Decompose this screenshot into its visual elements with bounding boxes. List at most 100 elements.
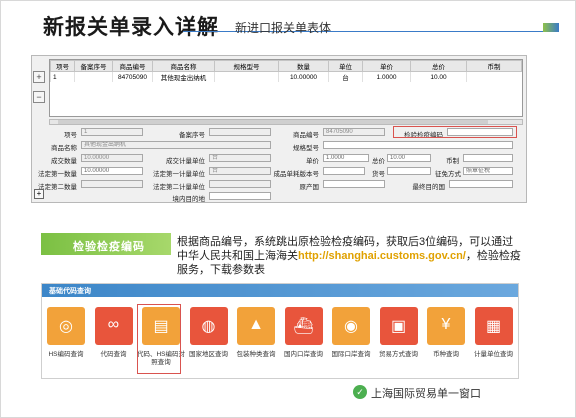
version-label: 成品单耗版本号 <box>273 171 320 178</box>
world-port-icon: ◉ <box>344 318 358 335</box>
table-cell: 台 <box>328 71 363 82</box>
legal-qty1-label: 法定第一数量 <box>38 171 77 178</box>
dest-country-label: 最终目的国 <box>412 184 446 191</box>
record-no-field[interactable] <box>209 128 271 136</box>
globe-icon: ◍ <box>201 318 216 335</box>
deal-qty-field[interactable]: 10.00000 <box>81 154 143 162</box>
add-row-button[interactable]: + <box>33 71 45 83</box>
currency-field[interactable] <box>463 154 513 162</box>
ciq-code-highlight <box>393 126 517 138</box>
table-cell: 1 <box>50 71 75 82</box>
domestic-dest-field[interactable] <box>209 192 271 200</box>
wechat-icon: ✓ <box>353 385 367 399</box>
item-code-label: 货号 <box>372 171 385 178</box>
query-tile-label[interactable]: 包装种类查询 <box>231 351 281 359</box>
currency-label: 币制 <box>446 158 459 165</box>
domestic-dest-label: 境内目的地 <box>172 196 206 203</box>
deal-unit-field[interactable]: 台 <box>209 154 271 162</box>
add-item-button[interactable]: + <box>34 189 44 199</box>
table-cell <box>466 71 522 82</box>
query-tile-label[interactable]: 计量单位查询 <box>469 351 519 359</box>
col-header[interactable]: 单位 <box>328 60 363 72</box>
version-field[interactable] <box>323 167 365 175</box>
table-row[interactable]: 1 84705090 其他现金出纳机 10.00000 台 1.0000 10.… <box>50 71 522 82</box>
dest-country-field[interactable] <box>449 180 513 188</box>
record-no-label: 备案序号 <box>179 132 205 139</box>
legal-unit2-label: 法定第二计量单位 <box>153 184 205 191</box>
page-subtitle: 新进口报关单表体 <box>235 21 332 35</box>
measure-icon: ▦ <box>485 318 502 335</box>
spec-field[interactable] <box>323 141 513 149</box>
goods-code-field[interactable]: 84705090 <box>323 128 385 136</box>
query-panel-title: 基础代码查询 <box>49 288 91 295</box>
query-tile-label[interactable]: 国际口岸查询 <box>326 351 376 359</box>
legal-qty2-field[interactable] <box>81 180 143 188</box>
query-tile-label[interactable]: 国家地区查询 <box>184 351 234 359</box>
origin-label: 原产国 <box>299 184 320 191</box>
remove-row-button[interactable]: − <box>33 91 45 103</box>
footer-brand: 上海国际贸易单一窗口 <box>371 388 481 400</box>
col-header[interactable]: 总价 <box>410 60 467 72</box>
unit-price-label: 单价 <box>306 158 319 165</box>
page-title: 新报关单录入详解 <box>43 16 219 39</box>
col-header[interactable]: 币制 <box>466 60 522 72</box>
title-accent <box>543 23 559 32</box>
goods-table: 项号 备案序号 商品编号 商品名称 规格型号 数量 单位 单价 总价 币制 1 … <box>49 59 523 117</box>
col-header[interactable]: 商品编号 <box>112 60 153 72</box>
query-tile-button[interactable]: ▦ <box>474 307 513 345</box>
goods-code-label: 商品编号 <box>293 132 319 139</box>
query-tile-button[interactable]: ◉ <box>332 307 370 345</box>
link-icon: ∞ <box>107 316 120 333</box>
section-banner-label: 检验检疫编码 <box>73 241 145 253</box>
item-no-label: 项号 <box>64 132 77 139</box>
query-tile-button[interactable]: ◍ <box>189 307 228 345</box>
col-header[interactable]: 项号 <box>50 60 75 72</box>
unit-price-field[interactable]: 1.0000 <box>323 154 369 162</box>
col-header[interactable]: 备案序号 <box>74 60 113 72</box>
origin-field[interactable] <box>323 180 385 188</box>
query-tile-button[interactable]: ⛴ <box>284 307 323 345</box>
table-scrollbar[interactable] <box>49 119 523 125</box>
customs-link[interactable]: http://shanghai.customs.gov.cn/ <box>298 250 466 262</box>
query-tile-button[interactable]: ▲ <box>237 307 275 345</box>
query-tile-button[interactable]: ◎ <box>47 307 85 345</box>
col-header[interactable]: 规格型号 <box>214 60 279 72</box>
goods-name-label: 商品名称 <box>51 145 77 152</box>
duty-mode-label: 征免方式 <box>435 171 461 178</box>
legal-unit1-field[interactable]: 台 <box>209 167 271 175</box>
ship-icon: ⛴ <box>293 318 314 335</box>
section-banner: 检验检疫编码 <box>41 233 171 255</box>
section-description: 根据商品编号，系统跳出原检验检疫编码，获取后3位编码，可以通过中华人民共和国上海… <box>177 235 521 277</box>
currency-icon: ¥ <box>441 316 451 333</box>
item-code-field[interactable] <box>387 167 431 175</box>
title-bar: 新报关单录入详解 新进口报关单表体 <box>7 5 567 39</box>
item-no-field[interactable]: 1 <box>81 128 143 136</box>
scrollbar-thumb[interactable] <box>58 120 488 124</box>
query-tile-label[interactable]: 代码查询 <box>89 351 139 359</box>
table-cell: 84705090 <box>112 71 153 82</box>
deal-qty-label: 成交数量 <box>51 158 77 165</box>
col-header[interactable]: 数量 <box>278 60 329 72</box>
duty-mode-field[interactable]: 照章征税 <box>463 167 513 175</box>
goods-name-field[interactable]: 其他现金出纳机 <box>81 141 271 149</box>
table-cell: 10.00 <box>410 71 467 82</box>
table-header-row: 项号 备案序号 商品编号 商品名称 规格型号 数量 单位 单价 总价 币制 <box>50 60 522 72</box>
query-tile-label[interactable]: HS编码查询 <box>41 351 91 359</box>
legal-unit2-field[interactable] <box>209 180 271 188</box>
slide: 新报关单录入详解 新进口报关单表体 + − 项号 备案序号 商品编号 商品名称 … <box>0 0 576 418</box>
passport-icon: ▣ <box>390 318 407 335</box>
query-panel-header: 基础代码查询 <box>42 284 518 297</box>
spec-label: 规格型号 <box>293 145 319 152</box>
table-cell: 其他现金出纳机 <box>152 71 215 82</box>
col-header[interactable]: 商品名称 <box>152 60 215 72</box>
table-cell <box>74 71 113 82</box>
query-tile-label[interactable]: 贸易方式查询 <box>374 351 424 359</box>
total-price-field[interactable]: 10.00 <box>387 154 431 162</box>
query-tile-button[interactable]: ▣ <box>379 307 418 345</box>
query-tile-label[interactable]: 币种查询 <box>421 351 471 359</box>
query-tile-button[interactable]: ∞ <box>94 307 133 345</box>
query-tile-button[interactable]: ¥ <box>427 307 465 345</box>
legal-qty1-field[interactable]: 10.00000 <box>81 167 143 175</box>
query-tile-label[interactable]: 国内口岸查询 <box>279 351 329 359</box>
col-header[interactable]: 单价 <box>362 60 411 72</box>
